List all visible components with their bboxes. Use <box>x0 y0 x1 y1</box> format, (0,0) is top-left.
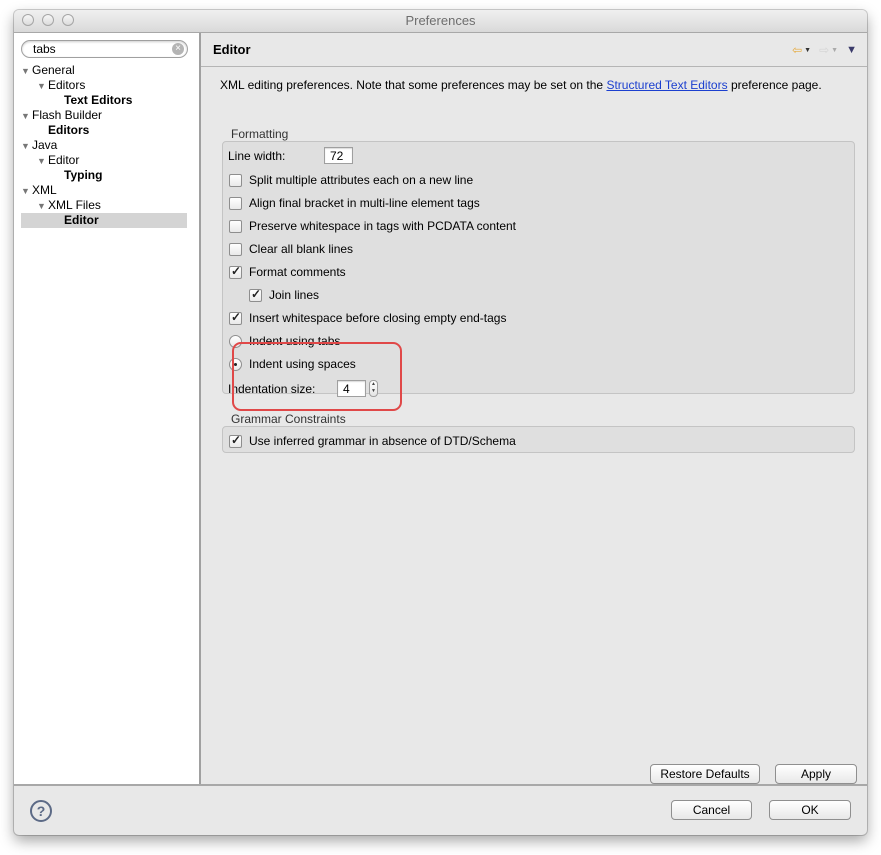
preferences-tree: ▼ General ▼ Editors Text Editors ▼ Flash Bu… <box>21 63 187 228</box>
checkbox-checked-icon[interactable] <box>229 432 242 448</box>
window-title: Preferences <box>405 13 476 28</box>
title-bar: Preferences <box>14 10 867 33</box>
checkbox-checked-icon[interactable] <box>249 286 262 302</box>
structured-text-editors-link[interactable]: Structured Text Editors <box>606 78 727 92</box>
tree-item-flash-builder-editors[interactable]: Editors <box>21 123 187 138</box>
annotation-highlight-outline <box>232 342 402 411</box>
page-description: XML editing preferences. Note that some … <box>220 78 822 92</box>
line-width-input[interactable]: 72 <box>324 147 353 164</box>
grammar-group-label: Grammar Constraints <box>231 412 346 426</box>
expand-triangle-icon[interactable]: ▼ <box>21 64 32 79</box>
help-icon[interactable]: ? <box>30 800 52 822</box>
forward-arrow-icon[interactable]: ⇨ <box>819 43 829 57</box>
checkbox-checked-icon[interactable] <box>229 263 242 279</box>
back-arrow-icon[interactable]: ⇦ <box>792 43 802 57</box>
expand-triangle-icon[interactable]: ▼ <box>37 79 48 94</box>
tree-item-xml-editor[interactable]: Editor <box>21 213 187 228</box>
join-lines-checkbox[interactable]: Join lines <box>249 286 319 303</box>
back-history-dropdown-icon[interactable]: ▼ <box>804 47 811 54</box>
checkbox-icon[interactable] <box>229 219 242 233</box>
tree-item-java-editor[interactable]: ▼ Editor <box>21 153 187 168</box>
filter-search-field[interactable]: tabs × <box>21 40 188 58</box>
clear-blank-lines-checkbox[interactable]: Clear all blank lines <box>229 241 353 257</box>
dialog-footer: ? Cancel OK <box>14 784 867 835</box>
align-final-bracket-checkbox[interactable]: Align final bracket in multi-line elemen… <box>229 195 480 211</box>
expand-triangle-icon[interactable]: ▼ <box>21 139 32 154</box>
line-width-label: Line width: <box>228 149 286 163</box>
insert-whitespace-checkbox[interactable]: Insert whitespace before closing empty e… <box>229 309 506 326</box>
tree-item-xml-files[interactable]: ▼ XML Files <box>21 198 187 213</box>
cancel-button[interactable]: Cancel <box>671 800 752 820</box>
view-menu-icon[interactable]: ▼ <box>846 44 857 56</box>
split-attributes-checkbox[interactable]: Split multiple attributes each on a new … <box>229 172 473 188</box>
preserve-whitespace-checkbox[interactable]: Preserve whitespace in tags with PCDATA … <box>229 218 516 234</box>
checkbox-icon[interactable] <box>229 173 242 187</box>
expand-triangle-icon[interactable]: ▼ <box>37 154 48 169</box>
apply-button[interactable]: Apply <box>775 764 857 784</box>
restore-defaults-button[interactable]: Restore Defaults <box>650 764 760 784</box>
expand-triangle-icon[interactable]: ▼ <box>21 109 32 124</box>
checkbox-icon[interactable] <box>229 242 242 256</box>
tree-item-general-editors[interactable]: ▼ Editors <box>21 78 187 93</box>
clear-search-icon[interactable]: × <box>172 43 184 55</box>
preference-page: Editor ⇦ ▼ ⇨ ▼ ▼ XML editing preferences… <box>201 33 867 784</box>
forward-history-dropdown-icon[interactable]: ▼ <box>831 47 838 54</box>
ok-button[interactable]: OK <box>769 800 851 820</box>
tree-item-general[interactable]: ▼ General <box>21 63 187 78</box>
preferences-sidebar: tabs × ▼ General ▼ Editors Text Editors ▼ F… <box>14 33 201 784</box>
filter-search-value[interactable]: tabs <box>33 42 56 56</box>
page-header: Editor ⇦ ▼ ⇨ ▼ ▼ <box>201 33 867 67</box>
preferences-window: Preferences tabs × ▼ General ▼ Editors Tex… <box>14 10 867 835</box>
page-title: Editor <box>213 42 251 57</box>
tree-item-java[interactable]: ▼ Java <box>21 138 187 153</box>
tree-item-xml[interactable]: ▼ XML <box>21 183 187 198</box>
expand-triangle-icon[interactable]: ▼ <box>21 184 32 199</box>
formatting-group-label: Formatting <box>231 127 289 141</box>
tree-item-typing[interactable]: Typing <box>21 168 187 183</box>
expand-triangle-icon[interactable]: ▼ <box>37 199 48 214</box>
checkbox-checked-icon[interactable] <box>229 309 242 325</box>
checkbox-icon[interactable] <box>229 196 242 210</box>
page-navigation: ⇦ ▼ ⇨ ▼ ▼ <box>792 43 857 57</box>
tree-item-text-editors[interactable]: Text Editors <box>21 93 187 108</box>
tree-item-flash-builder[interactable]: ▼ Flash Builder <box>21 108 187 123</box>
format-comments-checkbox[interactable]: Format comments <box>229 263 346 280</box>
use-inferred-grammar-checkbox[interactable]: Use inferred grammar in absence of DTD/S… <box>229 432 516 449</box>
